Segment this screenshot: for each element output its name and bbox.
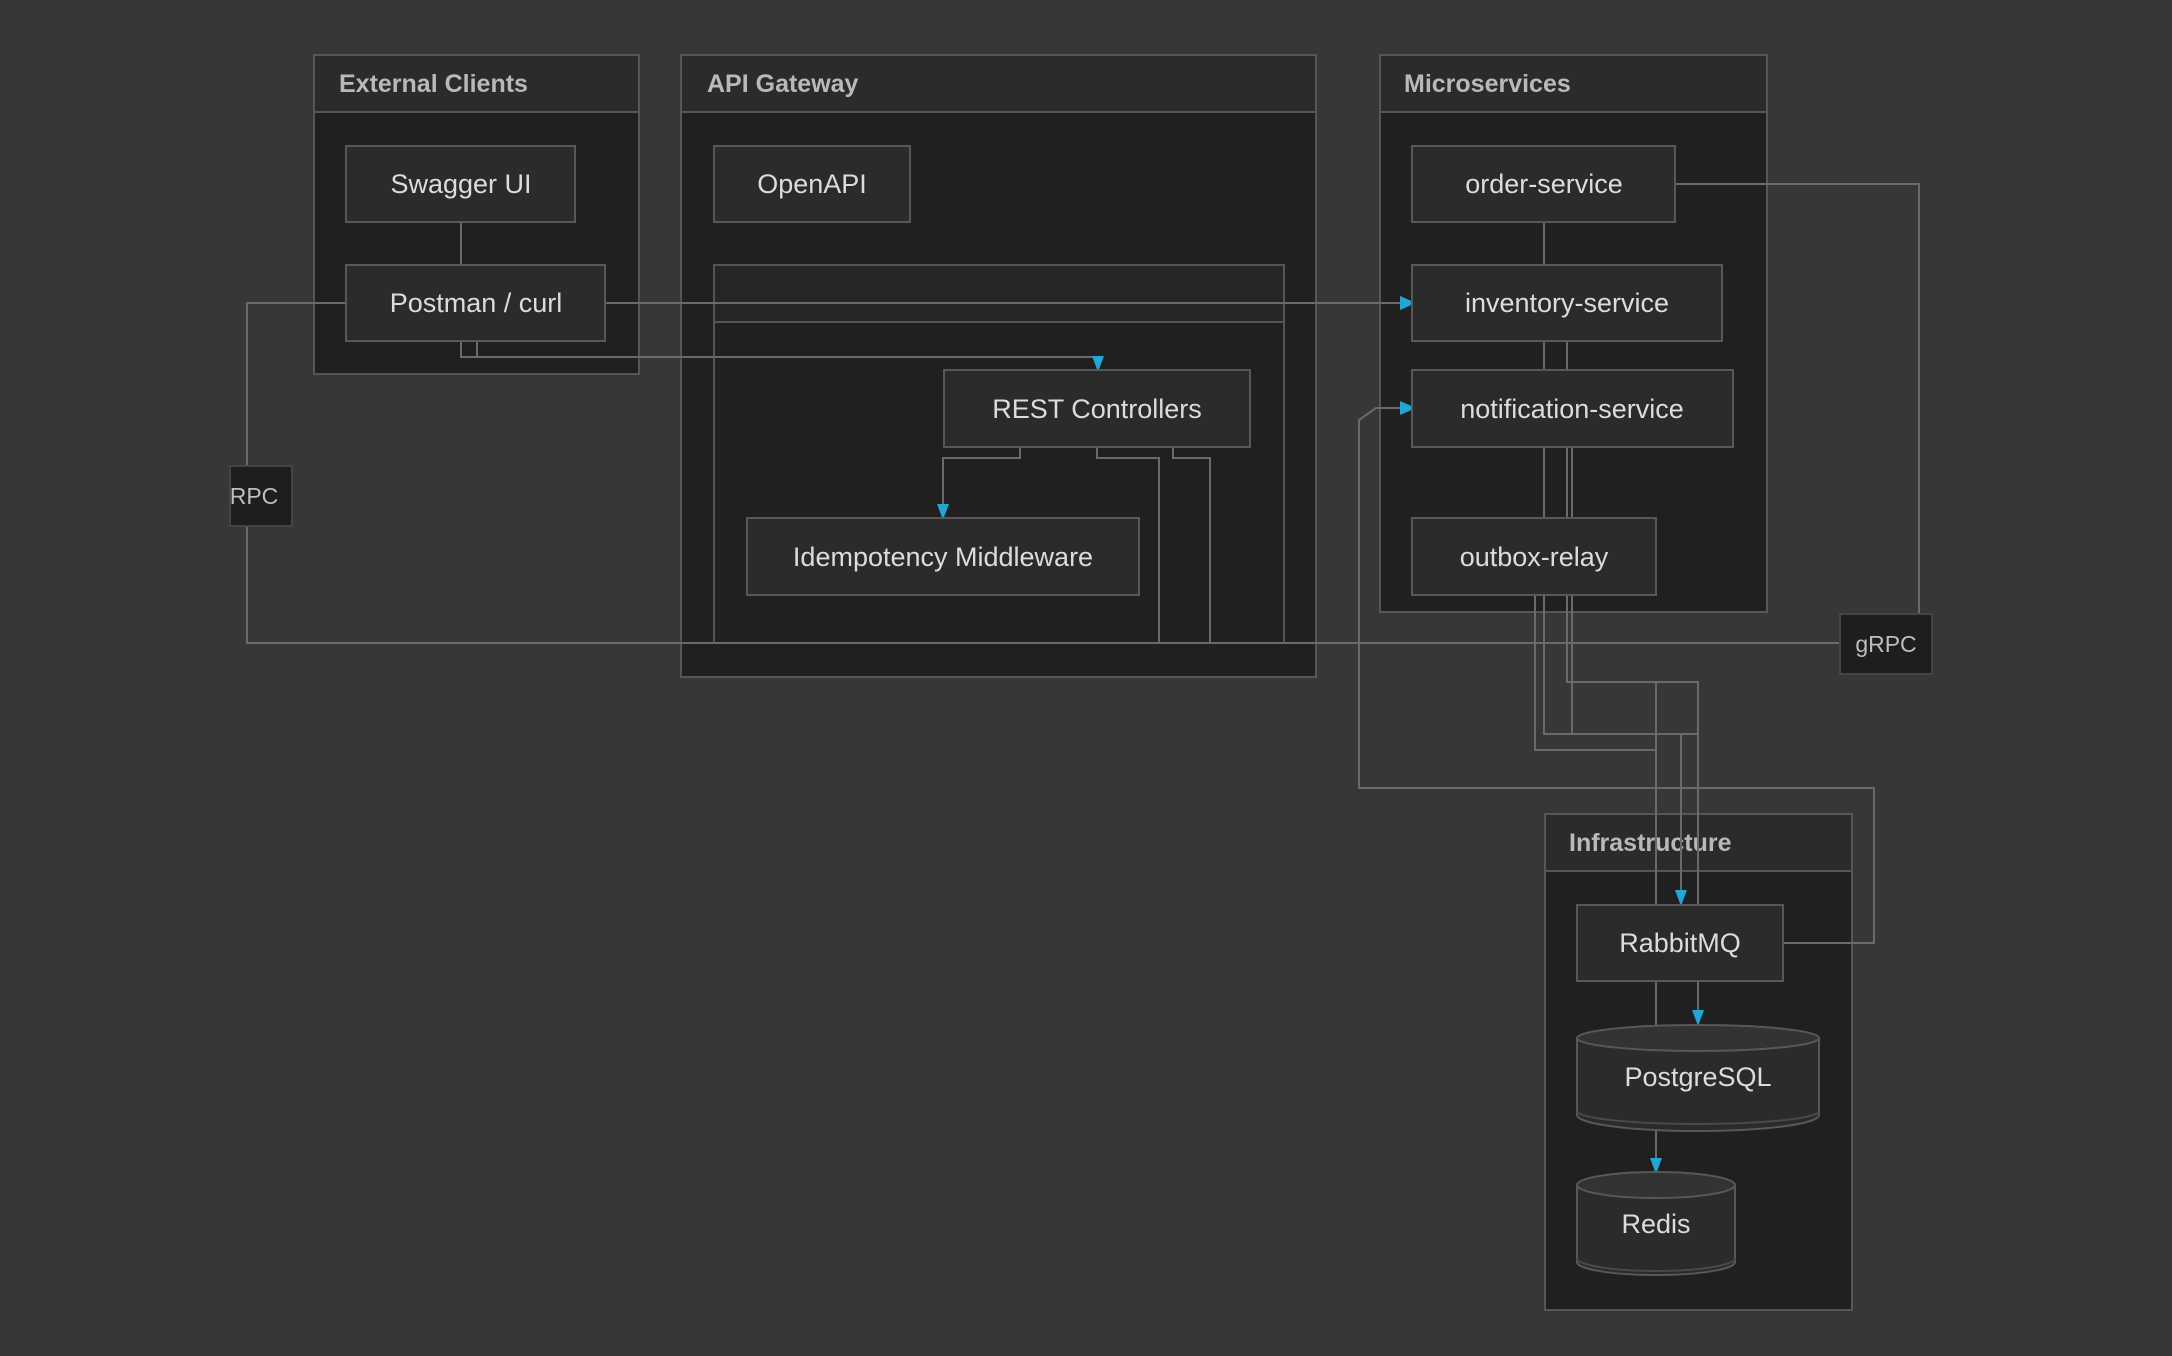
node-postman-curl[interactable]: Postman / curl xyxy=(345,264,606,342)
diagram-canvas: External Clients API Gateway Microservic… xyxy=(0,0,2172,1356)
architecture-diagram: External Clients API Gateway Microservic… xyxy=(229,54,1933,1311)
edge-label-rpc-text: RPC xyxy=(230,483,279,509)
node-inventory-service[interactable]: inventory-service xyxy=(1411,264,1723,342)
node-label-postman-curl: Postman / curl xyxy=(390,288,563,318)
node-swagger-ui[interactable]: Swagger UI xyxy=(345,145,576,223)
node-label-order-service: order-service xyxy=(1465,169,1623,199)
node-idempotency-middleware[interactable]: Idempotency Middleware xyxy=(746,517,1140,596)
node-notification-service[interactable]: notification-service xyxy=(1411,369,1734,448)
node-label-outbox-relay: outbox-relay xyxy=(1460,542,1609,572)
group-title-infrastructure: Infrastructure xyxy=(1569,829,1732,857)
node-label-redis: Redis xyxy=(1621,1209,1690,1239)
group-title-microservices: Microservices xyxy=(1404,70,1571,98)
node-order-service[interactable]: order-service xyxy=(1411,145,1676,223)
node-label-rest-controllers: REST Controllers xyxy=(992,394,1202,424)
cylinder-top-postgresql xyxy=(1576,1024,1820,1052)
node-rabbitmq[interactable]: RabbitMQ xyxy=(1576,904,1784,982)
node-label-idempotency-middleware: Idempotency Middleware xyxy=(793,542,1093,572)
node-label-inventory-service: inventory-service xyxy=(1465,288,1669,318)
node-label-swagger-ui: Swagger UI xyxy=(390,169,531,199)
group-title-api-gateway: API Gateway xyxy=(707,70,859,98)
node-label-notification-service: notification-service xyxy=(1460,394,1684,424)
gateway-subgroup-header xyxy=(713,264,1285,323)
node-openapi[interactable]: OpenAPI xyxy=(713,145,911,223)
cylinder-top-redis xyxy=(1576,1171,1736,1199)
edge-label-grpc-text: gRPC xyxy=(1855,631,1916,657)
node-outbox-relay[interactable]: outbox-relay xyxy=(1411,517,1657,596)
node-postgresql[interactable]: PostgreSQL xyxy=(1576,1024,1820,1133)
node-label-rabbitmq: RabbitMQ xyxy=(1619,928,1741,958)
edge-label-rpc: RPC xyxy=(229,465,293,527)
node-label-postgresql: PostgreSQL xyxy=(1624,1062,1771,1092)
node-rest-controllers[interactable]: REST Controllers xyxy=(943,369,1251,448)
group-title-external-clients: External Clients xyxy=(339,70,528,98)
edge-label-grpc: gRPC xyxy=(1839,613,1933,675)
node-redis[interactable]: Redis xyxy=(1576,1171,1736,1276)
node-label-openapi: OpenAPI xyxy=(757,169,867,199)
